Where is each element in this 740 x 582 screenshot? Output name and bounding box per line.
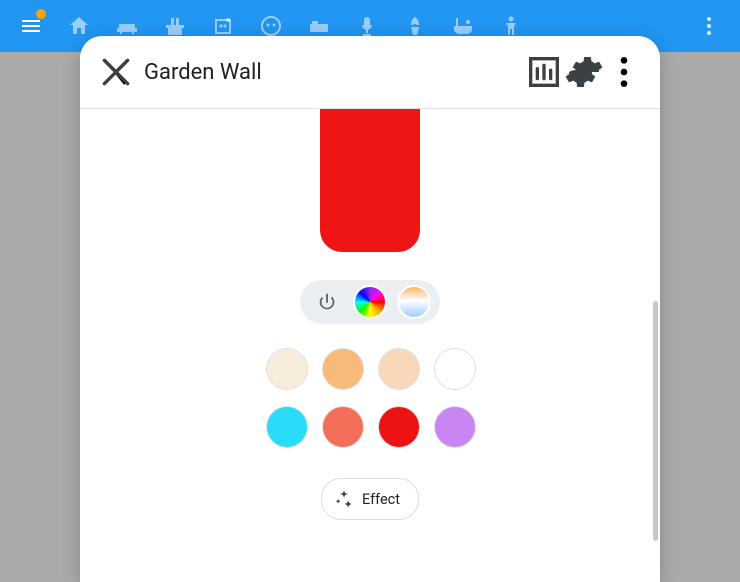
swatch-5[interactable] [266,406,308,448]
panel-body: Effect [80,109,660,582]
scrollbar[interactable] [653,301,658,541]
current-color-tile[interactable] [320,109,420,252]
device-panel: Garden Wall [80,36,660,582]
panel-more-button[interactable] [604,52,644,92]
effect-label: Effect [362,491,400,508]
power-mode[interactable] [310,285,344,319]
notification-dot [36,9,46,19]
color-swatches [266,348,474,448]
close-button[interactable] [96,52,136,92]
effect-chip[interactable]: Effect [321,478,419,520]
mode-selector [300,280,440,324]
panel-title: Garden Wall [144,60,262,85]
menu-button[interactable] [8,3,54,49]
swatch-2[interactable] [322,348,364,390]
swatch-3[interactable] [378,348,420,390]
stats-button[interactable] [524,52,564,92]
panel-header: Garden Wall [80,36,660,109]
color-mode[interactable] [353,285,387,319]
global-more-button[interactable] [686,3,732,49]
settings-button[interactable] [564,52,604,92]
swatch-4[interactable] [434,348,476,390]
temperature-mode[interactable] [397,285,431,319]
swatch-6[interactable] [322,406,364,448]
swatch-1[interactable] [266,348,308,390]
swatch-7[interactable] [378,406,420,448]
swatch-8[interactable] [434,406,476,448]
